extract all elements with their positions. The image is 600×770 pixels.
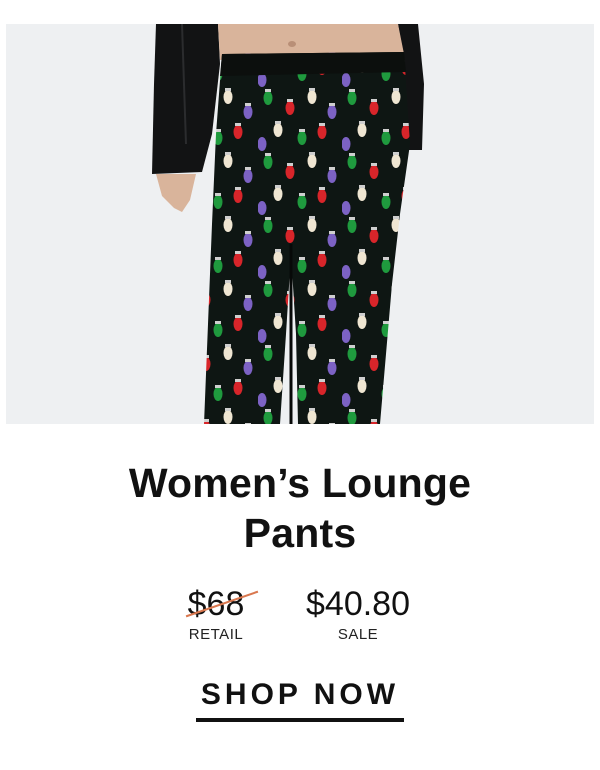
sale-price: $40.80 [306,585,410,623]
product-title: Women’s Lounge Pants [0,458,600,558]
retail-price: $68 [185,584,258,624]
shop-now-button[interactable]: SHOP NOW [196,676,404,722]
retail-price-block: $68 RETAIL [168,584,264,643]
lounge-pants-photo [152,24,424,424]
retail-price-wrap: $68 [168,584,264,624]
product-image[interactable] [6,24,594,424]
product-title-line-1: Women’s Lounge [128,460,472,506]
product-title-line-2: Pants [243,510,357,556]
sale-price-block: $40.80 SALE [288,584,428,643]
retail-label: RETAIL [188,626,244,643]
sale-label: SALE [337,626,379,643]
